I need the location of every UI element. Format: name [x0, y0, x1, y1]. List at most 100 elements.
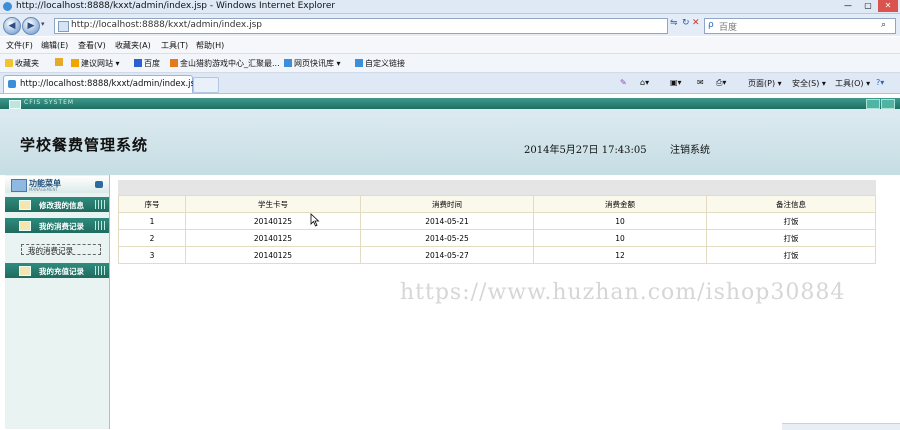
page-icon	[58, 21, 69, 32]
table-cell: 20140125	[185, 212, 361, 230]
new-tab-button[interactable]	[193, 77, 219, 93]
feeds-icon[interactable]: ▣▾	[670, 78, 682, 87]
menu-file[interactable]: 文件(F)	[6, 40, 33, 51]
sidebar-item-edit-info[interactable]: 修改我的信息	[5, 197, 109, 212]
sidebar-item-label: 我的消费记录	[39, 222, 84, 231]
address-bar[interactable]: http://localhost:8888/kxxt/admin/index.j…	[54, 18, 668, 34]
print-icon[interactable]: ⎙▾	[716, 78, 726, 88]
tab-current[interactable]: http://localhost:8888/kxxt/admin/index.j…	[3, 75, 200, 93]
refresh-icon[interactable]: ↻	[682, 18, 690, 28]
fav-game-center[interactable]: 金山猎豹游戏中心_汇聚最...	[170, 58, 280, 69]
frame-icon	[9, 100, 21, 109]
page-title: 学校餐费管理系统	[20, 136, 149, 154]
column-header: 消费时间	[360, 195, 534, 213]
mail-icon[interactable]: ✉	[697, 78, 704, 87]
baidu-icon	[134, 59, 142, 67]
minimize-button[interactable]: —	[838, 0, 858, 12]
sidebar-item-recharge[interactable]: 我的充值记录	[5, 263, 109, 278]
table-cell: 打饭	[706, 246, 876, 264]
back-button[interactable]: ◀	[3, 17, 21, 35]
table-cell: 2	[118, 229, 186, 247]
menu-favorites[interactable]: 收藏夹(A)	[115, 40, 151, 51]
table-cell: 20140125	[185, 246, 361, 264]
address-row: ◀ ▶ ▾ http://localhost:8888/kxxt/admin/i…	[0, 14, 900, 36]
menu-help[interactable]: 帮助(H)	[196, 40, 224, 51]
window-titlebar: http://localhost:8888/kxxt/admin/index.j…	[0, 0, 900, 14]
grip-icon	[95, 200, 105, 209]
sidebar-item-consumption[interactable]: 我的消费记录	[5, 218, 109, 233]
sidebar-header: 功能菜单 MANAGEMENT	[5, 176, 109, 193]
window-title: http://localhost:8888/kxxt/admin/index.j…	[16, 1, 336, 11]
recharge-icon	[19, 266, 31, 276]
table-cell: 打饭	[706, 212, 876, 230]
consumption-table: 序号 学生卡号 消费时间 消费金额 备注信息 1 20140125 2014-0…	[118, 195, 876, 264]
search-provider-icon: ρ	[708, 20, 714, 30]
help-icon[interactable]: ?▾	[876, 78, 884, 87]
suggested-sites-icon	[71, 59, 79, 67]
ie-logo-icon	[3, 2, 12, 11]
table-row: 1 20140125 2014-05-21 10 打饭	[118, 212, 876, 230]
favorites-button[interactable]: 收藏夹	[5, 58, 39, 69]
table-header-row: 序号 学生卡号 消费时间 消费金额 备注信息	[118, 195, 876, 213]
table-cell: 20140125	[185, 229, 361, 247]
content-toolbar	[118, 180, 876, 195]
table-cell: 3	[118, 246, 186, 264]
tab-row: http://localhost:8888/kxxt/admin/index.j…	[0, 73, 900, 94]
current-datetime: 2014年5月27日 17:43:05	[524, 145, 647, 156]
tab-favicon	[8, 80, 16, 88]
history-dropdown-icon[interactable]: ▾	[41, 20, 45, 28]
grip-icon	[95, 266, 105, 275]
favorites-bar: 收藏夹 建议网站 ▾ 百度 金山猎豹游戏中心_汇聚最... 网页快讯库 ▾ 自定…	[0, 54, 900, 73]
table-cell: 2014-05-21	[360, 212, 534, 230]
safety-menu[interactable]: 安全(S) ▾	[792, 78, 826, 89]
column-header: 学生卡号	[185, 195, 361, 213]
column-header: 消费金额	[533, 195, 707, 213]
frame-title: CFIS SYSTEM	[24, 99, 75, 106]
frame-next-button[interactable]	[881, 99, 895, 109]
tab-label: http://localhost:8888/kxxt/admin/index.j…	[20, 79, 201, 89]
fav-suggested-sites[interactable]: 建议网站 ▾	[71, 58, 120, 69]
table-cell: 打饭	[706, 229, 876, 247]
menu-view[interactable]: 查看(V)	[78, 40, 106, 51]
pen-icon[interactable]: ✎	[620, 78, 627, 87]
web-slice-icon	[284, 59, 292, 67]
address-text[interactable]: http://localhost:8888/kxxt/admin/index.j…	[71, 20, 262, 30]
fav-custom-links[interactable]: 自定义链接	[355, 58, 405, 69]
logout-link[interactable]: 注销系统	[670, 141, 710, 156]
frame-prev-button[interactable]	[866, 99, 880, 109]
sidebar-subitem-consumption-records[interactable]: 我的消费记录	[21, 244, 101, 255]
table-cell: 2014-05-27	[360, 246, 534, 264]
forward-button[interactable]: ▶	[22, 17, 40, 35]
grip-icon	[95, 221, 105, 230]
table-row: 3 20140125 2014-05-27 12 打饭	[118, 246, 876, 264]
edit-info-icon	[19, 200, 31, 210]
stop-icon[interactable]: ✕	[692, 18, 700, 28]
tools-menu[interactable]: 工具(O) ▾	[835, 78, 870, 89]
app-frame-bar: CFIS SYSTEM	[0, 98, 900, 109]
search-box[interactable]: ρ 百度 ⌕	[704, 18, 896, 34]
collapse-sidebar-icon[interactable]	[95, 181, 103, 188]
compat-view-icon[interactable]: ⇋	[670, 18, 678, 28]
home-icon[interactable]: ⌂▾	[640, 78, 649, 87]
menu-icon	[11, 179, 27, 192]
fav-web-slice[interactable]: 网页快讯库 ▾	[284, 58, 341, 69]
menu-bar: 文件(F) 编辑(E) 查看(V) 收藏夹(A) 工具(T) 帮助(H)	[0, 37, 900, 54]
consumption-icon	[19, 221, 31, 231]
app-header: 学校餐费管理系统 2014年5月27日 17:43:05 注销系统	[0, 109, 900, 175]
menu-edit[interactable]: 编辑(E)	[41, 40, 68, 51]
sidebar: 功能菜单 MANAGEMENT 修改我的信息 我的消费记录 我的消费记录 我的充…	[5, 175, 110, 429]
sidebar-item-label: 我的充值记录	[39, 267, 84, 276]
add-favorite-icon[interactable]	[55, 58, 65, 67]
fav-baidu[interactable]: 百度	[134, 58, 160, 69]
search-icon[interactable]: ⌕	[881, 20, 886, 30]
sidebar-item-label: 修改我的信息	[39, 201, 84, 210]
table-cell: 10	[533, 212, 707, 230]
page-menu[interactable]: 页面(P) ▾	[748, 78, 782, 89]
table-cell: 1	[118, 212, 186, 230]
close-button[interactable]: ✕	[878, 0, 898, 12]
menu-tools[interactable]: 工具(T)	[161, 40, 188, 51]
column-header: 序号	[118, 195, 186, 213]
maximize-button[interactable]: ▢	[858, 0, 878, 12]
table-cell: 12	[533, 246, 707, 264]
search-placeholder: 百度	[719, 23, 738, 33]
